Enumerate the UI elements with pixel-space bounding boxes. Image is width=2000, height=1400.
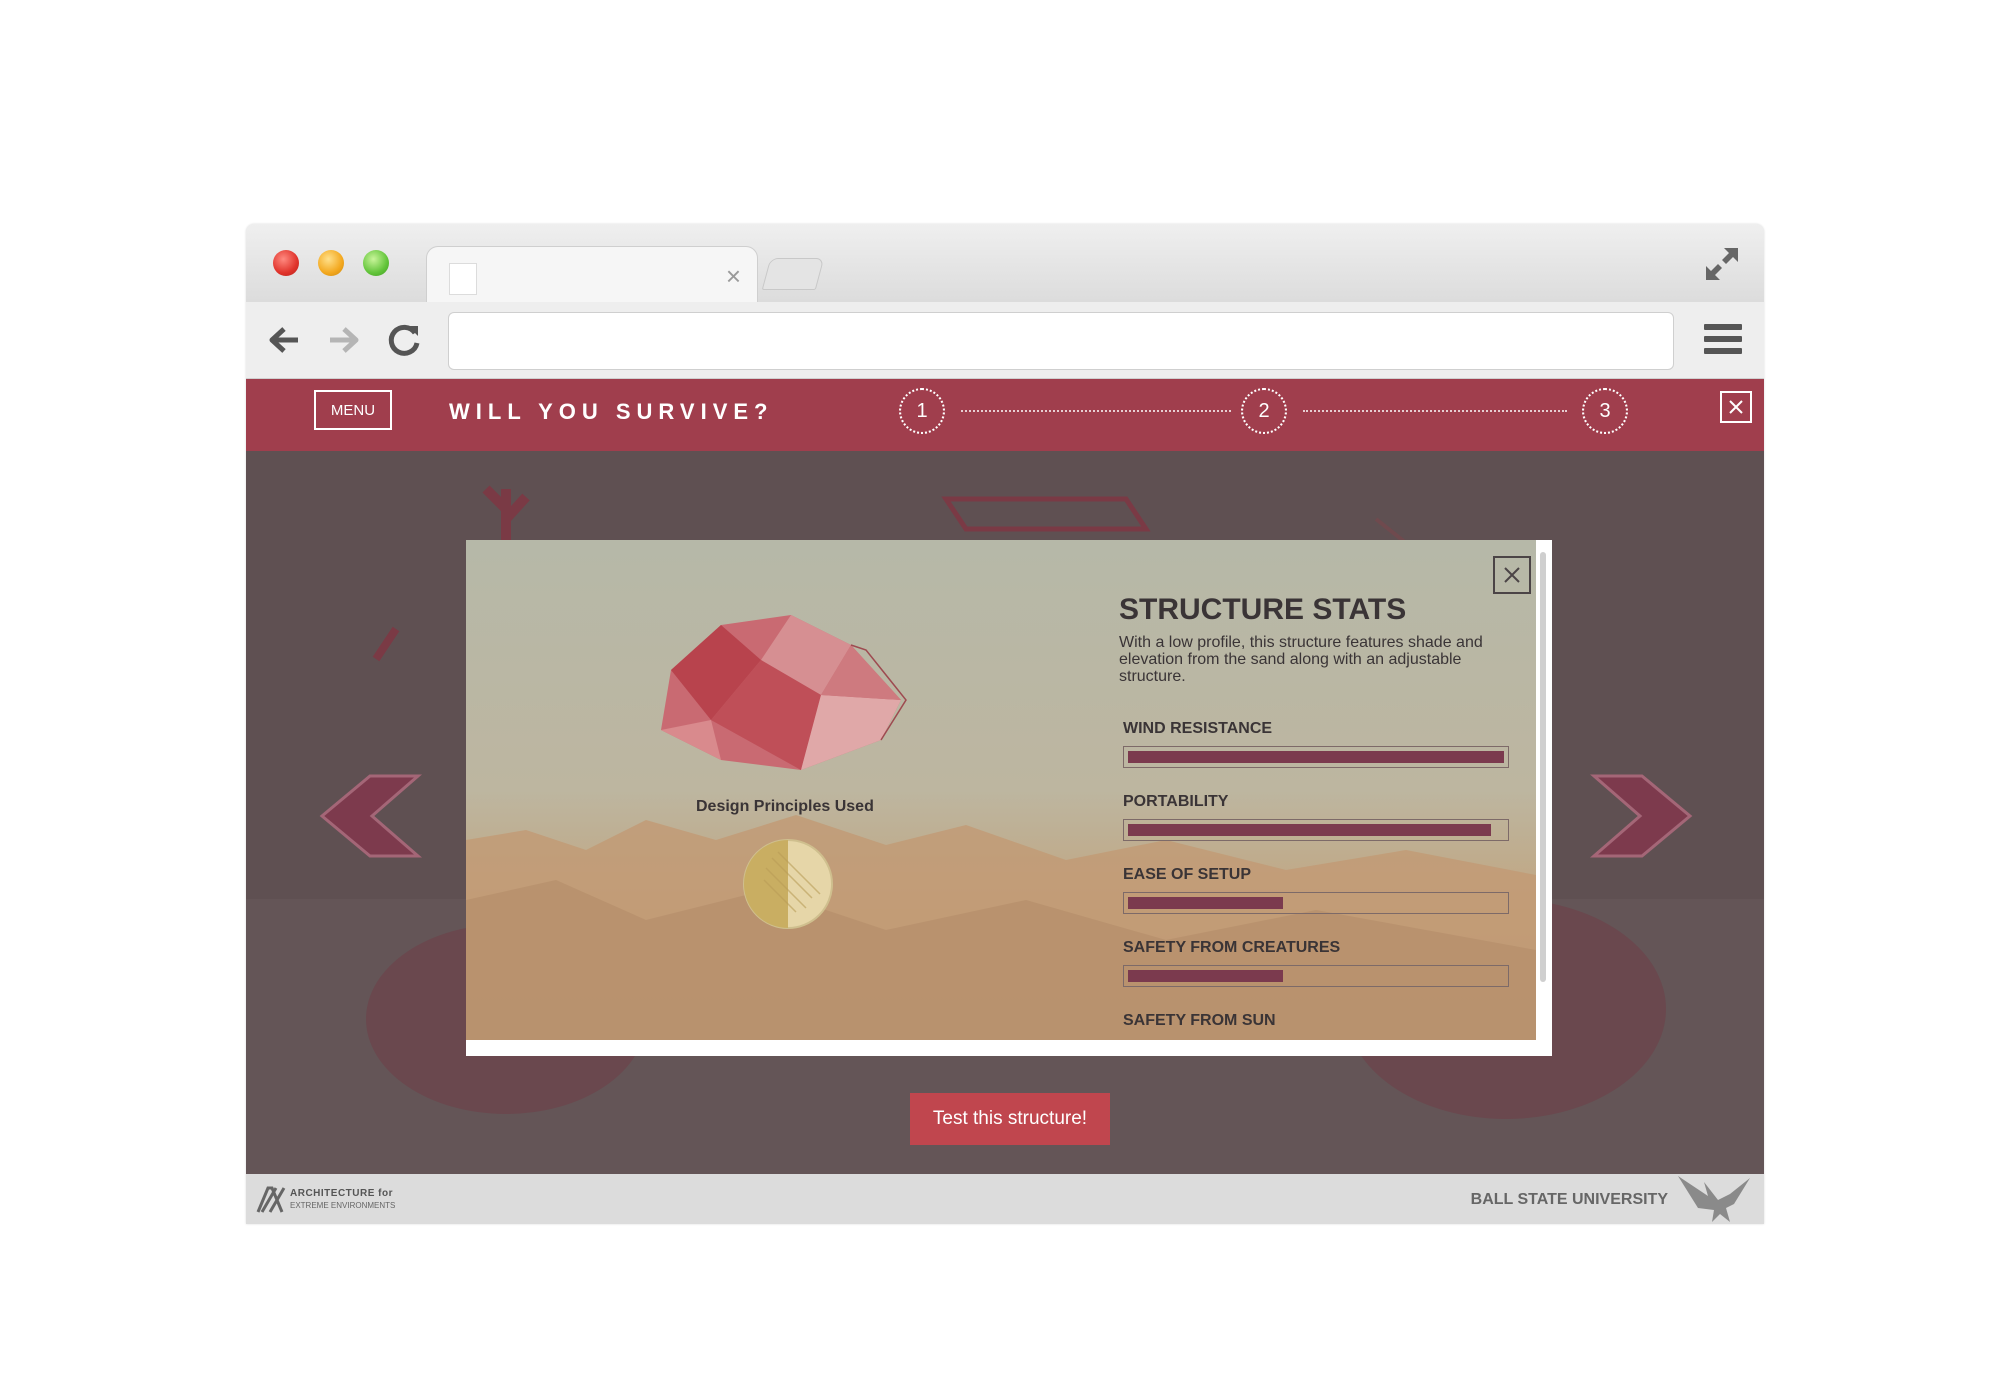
close-icon[interactable]: [1720, 391, 1752, 423]
menu-button[interactable]: MENU: [314, 390, 392, 430]
stat-label: EASE OF SETUP: [1123, 866, 1252, 883]
address-bar[interactable]: [448, 312, 1674, 370]
step-connector: [961, 410, 1231, 412]
modal-close-icon[interactable]: [1493, 556, 1531, 594]
step-2[interactable]: 2: [1241, 388, 1287, 434]
app-title: WILL YOU SURVIVE?: [449, 399, 774, 424]
minimize-window-button[interactable]: [318, 250, 344, 276]
stats-description: With a low profile, this structure featu…: [1119, 634, 1483, 685]
browser-toolbar: [246, 302, 1764, 379]
forward-arrow-icon[interactable]: [324, 320, 364, 360]
next-arrow-icon[interactable]: [1590, 774, 1694, 858]
page-icon: [449, 263, 477, 295]
stat-bar-safety-from-creatures: [1123, 965, 1509, 987]
aee-logo-icon: [256, 1186, 286, 1213]
stat-bar-fill: [1128, 751, 1504, 763]
stat-bar-wind-resistance: [1123, 746, 1509, 768]
reload-icon[interactable]: [384, 320, 424, 360]
aee-logo-text: ARCHITECTURE for: [290, 1188, 393, 1199]
design-principle-icon[interactable]: [742, 838, 834, 930]
aee-logo-subtext: EXTREME ENVIRONMENTS: [290, 1201, 396, 1210]
stat-bar-portability: [1123, 819, 1509, 841]
browser-titlebar: ×: [246, 224, 1764, 303]
stats-title: STRUCTURE STATS: [1119, 593, 1407, 626]
browser-menu-icon[interactable]: [1704, 324, 1742, 358]
stat-label: PORTABILITY: [1123, 793, 1229, 810]
app-footer: ARCHITECTURE for EXTREME ENVIRONMENTS BA…: [246, 1174, 1764, 1224]
fullscreen-icon[interactable]: [1702, 244, 1742, 284]
stat-bar-fill: [1128, 897, 1283, 909]
stat-label: SAFETY FROM CREATURES: [1123, 939, 1341, 956]
stat-label: WIND RESISTANCE: [1123, 720, 1273, 737]
step-connector: [1303, 410, 1567, 412]
web-app: MENU WILL YOU SURVIVE? 1 2 3 Design Prin…: [246, 379, 1764, 1224]
bsu-name: BALL STATE UNIVERSITY: [1470, 1191, 1668, 1208]
close-window-button[interactable]: [273, 250, 299, 276]
dome-structure-image: [661, 615, 907, 770]
stat-bar-ease-of-setup: [1123, 892, 1509, 914]
browser-tab[interactable]: ×: [426, 246, 758, 303]
previous-arrow-icon[interactable]: [318, 774, 422, 858]
step-3[interactable]: 3: [1582, 388, 1628, 434]
new-tab-button[interactable]: [761, 258, 825, 290]
design-principles-label: Design Principles Used: [696, 798, 874, 815]
browser-window: × MENU WILL YOU SURVIVE? 1 2 3 Design Pr…: [246, 224, 1764, 1224]
modal-content: Design Principles Used STRUCTURE STATS W…: [466, 540, 1536, 1040]
app-header: MENU WILL YOU SURVIVE? 1 2 3: [246, 379, 1764, 451]
test-structure-button[interactable]: Test this structure!: [910, 1093, 1110, 1145]
structure-stats-modal: Design Principles Used STRUCTURE STATS W…: [466, 540, 1552, 1056]
modal-scrollbar[interactable]: [1540, 552, 1546, 982]
stat-bar-fill: [1128, 824, 1491, 836]
tab-close-icon[interactable]: ×: [726, 261, 741, 292]
zoom-window-button[interactable]: [363, 250, 389, 276]
stat-bar-fill: [1128, 970, 1283, 982]
step-1[interactable]: 1: [899, 388, 945, 434]
back-arrow-icon[interactable]: [264, 320, 304, 360]
stat-label: SAFETY FROM SUN: [1123, 1012, 1276, 1029]
cardinal-logo-icon: [1678, 1176, 1750, 1222]
